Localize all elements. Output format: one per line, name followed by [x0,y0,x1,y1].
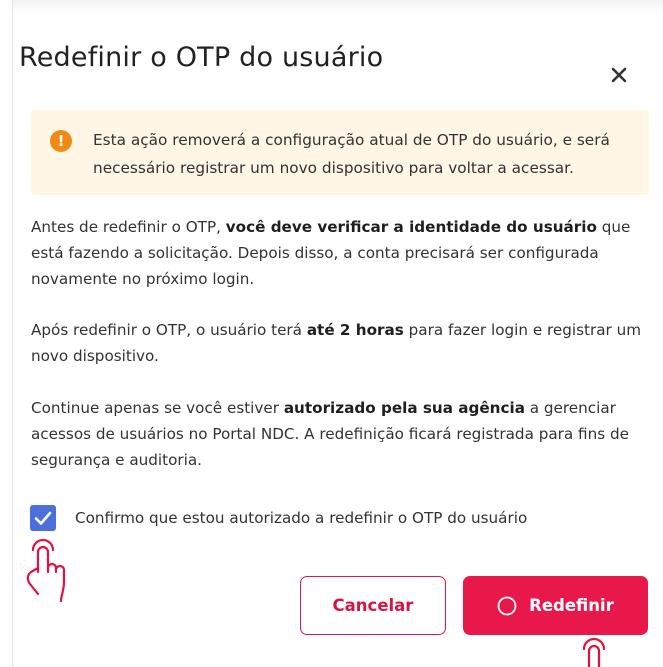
cancel-button-label: Cancelar [332,596,414,615]
spinner-icon [497,596,517,615]
authorization-paragraph: Continue apenas se você estiver autoriza… [31,395,651,473]
cancel-button[interactable]: Cancelar [300,576,446,635]
p3-bold: autorizado pela sua agência [283,399,525,417]
p2-bold: até 2 horas [306,321,404,339]
backdrop-shadow [12,0,663,14]
confirm-checkbox[interactable] [30,505,56,531]
screen: Redefinir o OTP do usuário ! Esta ação r… [0,0,663,667]
deadline-paragraph: Após redefinir o OTP, o usuário terá até… [31,317,651,369]
warning-text: Esta ação removerá a configuração atual … [93,131,610,177]
p1-bold: você deve verificar a identidade do usuá… [225,218,597,236]
warning-banner: ! Esta ação removerá a configuração atua… [31,110,649,195]
p1-text-start: Antes de redefinir o OTP, [31,218,226,236]
exclamation-icon: ! [50,130,72,152]
reset-button[interactable]: Redefinir [463,576,648,635]
p3-text-start: Continue apenas se você estiver [31,399,284,417]
identity-paragraph: Antes de redefinir o OTP, você deve veri… [31,214,651,292]
p2-text-start: Após redefinir o OTP, o usuário terá [31,321,307,339]
checkmark-icon [34,511,52,525]
dialog-title: Redefinir o OTP do usuário [19,42,384,73]
close-icon[interactable] [606,62,632,88]
reset-button-label: Redefinir [529,596,614,615]
confirm-label[interactable]: Confirmo que estou autorizado a redefini… [75,505,527,531]
